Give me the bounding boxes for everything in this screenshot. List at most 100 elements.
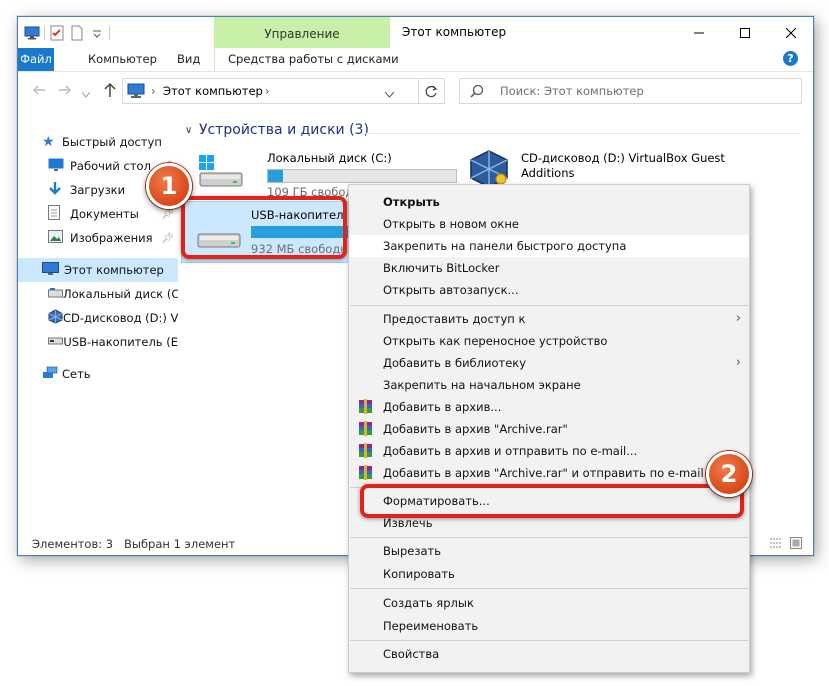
pictures-icon bbox=[48, 230, 70, 246]
close-icon bbox=[786, 27, 796, 38]
menu-item-label: Копировать bbox=[383, 567, 455, 581]
search-placeholder: Поиск: Этот компьютер bbox=[500, 84, 644, 98]
back-button[interactable] bbox=[32, 83, 46, 100]
computer-icon bbox=[127, 83, 145, 102]
menu-item-add-archive[interactable]: Добавить в архив... bbox=[349, 396, 749, 418]
menu-separator bbox=[350, 588, 748, 589]
properties-icon[interactable] bbox=[49, 25, 65, 41]
sidebar-item-pictures[interactable]: Изображения 📌︎ bbox=[48, 227, 178, 249]
menu-item-rename[interactable]: Переименовать bbox=[349, 615, 749, 637]
chevron-down-icon[interactable] bbox=[89, 25, 105, 41]
menu-item-add-to-library[interactable]: Добавить в библиотеку › bbox=[349, 352, 749, 374]
tab-manage[interactable]: Управление bbox=[214, 17, 390, 48]
new-folder-icon[interactable] bbox=[69, 25, 85, 41]
breadcrumb-item[interactable]: Этот компьютер bbox=[163, 84, 263, 98]
breadcrumb-separator: › bbox=[265, 84, 270, 98]
menu-item-label: Добавить в архив и отправить по e-mail..… bbox=[383, 444, 638, 458]
menu-item-cut[interactable]: Вырезать bbox=[349, 540, 749, 562]
help-icon[interactable]: ? bbox=[783, 51, 798, 66]
computer-icon bbox=[24, 25, 40, 41]
tab-computer[interactable]: Компьютер bbox=[78, 48, 167, 71]
menu-item-pin-start[interactable]: Закрепить на начальном экране bbox=[349, 374, 749, 396]
chevron-right-icon: › bbox=[735, 311, 741, 326]
arrow-right-icon bbox=[59, 85, 71, 95]
up-button[interactable] bbox=[103, 82, 117, 101]
sidebar-item-network[interactable]: Сеть bbox=[42, 363, 178, 385]
download-icon bbox=[48, 181, 70, 199]
sidebar-item-label: Этот компьютер bbox=[64, 263, 164, 277]
group-collapse-icon[interactable]: ∨ bbox=[185, 125, 192, 136]
menu-item-open-new-window[interactable]: Открыть в новом окне bbox=[349, 213, 749, 235]
menu-item-label: Открыть автозапуск... bbox=[383, 283, 519, 297]
menu-item-label: Добавить в архив "Archive.rar" bbox=[383, 422, 568, 436]
minimize-button[interactable] bbox=[676, 17, 722, 48]
group-divider bbox=[361, 133, 801, 134]
separator bbox=[44, 25, 45, 40]
sidebar-item-usb[interactable]: USB-накопитель (E bbox=[48, 331, 178, 353]
details-view-icon[interactable] bbox=[770, 538, 782, 552]
menu-item-open[interactable]: Открыть bbox=[349, 191, 749, 213]
menu-item-label: Открыть bbox=[383, 195, 440, 209]
address-row: › Этот компьютер › Поиск: Этот компьютер bbox=[18, 74, 813, 110]
address-bar[interactable]: › Этот компьютер › bbox=[122, 78, 419, 104]
group-title: Устройства и диски (3) bbox=[199, 122, 369, 138]
menu-item-label: Закрепить на начальном экране bbox=[383, 378, 581, 392]
winrar-icon bbox=[359, 421, 372, 436]
refresh-button[interactable] bbox=[419, 78, 445, 104]
menu-item-label: Добавить в библиотеку bbox=[383, 356, 527, 370]
menu-item-copy[interactable]: Копировать bbox=[349, 563, 749, 585]
menu-item-create-shortcut[interactable]: Создать ярлык bbox=[349, 592, 749, 614]
separator bbox=[109, 25, 110, 40]
menu-item-properties[interactable]: Свойства bbox=[349, 643, 749, 665]
highlight-format bbox=[360, 484, 744, 518]
sidebar-item-label: CD-дисковод (D:) V bbox=[63, 311, 178, 325]
tiles-view-icon[interactable] bbox=[790, 537, 802, 552]
menu-item-add-archive-rar[interactable]: Добавить в архив "Archive.rar" bbox=[349, 418, 749, 440]
menu-item-label: Создать ярлык bbox=[383, 596, 474, 610]
menu-item-bitlocker[interactable]: Включить BitLocker bbox=[349, 257, 749, 279]
sidebar-item-quick-access[interactable]: ★ Быстрый доступ bbox=[42, 131, 178, 153]
context-menu: Открыть Открыть в новом окне Закрепить н… bbox=[348, 184, 750, 673]
star-icon: ★ bbox=[42, 134, 55, 150]
maximize-button[interactable] bbox=[722, 17, 768, 48]
arrow-left-icon bbox=[33, 85, 45, 95]
address-dropdown-button[interactable] bbox=[384, 87, 395, 101]
menu-item-add-archive-email[interactable]: Добавить в архив и отправить по e-mail..… bbox=[349, 440, 749, 462]
drive-name: CD-дисковод (D:) VirtualBox Guest Additi… bbox=[521, 151, 725, 180]
search-icon bbox=[470, 84, 484, 101]
menu-item-label: Вырезать bbox=[383, 544, 441, 558]
tab-view[interactable]: Вид bbox=[167, 48, 210, 71]
breadcrumb-separator: › bbox=[151, 84, 156, 98]
sidebar-item-cd-drive[interactable]: CD-дисковод (D:) V bbox=[48, 307, 178, 329]
document-icon bbox=[48, 205, 70, 223]
sidebar-item-local-disk[interactable]: Локальный диск (C bbox=[48, 283, 178, 305]
window-title: Этот компьютер bbox=[402, 25, 507, 39]
status-selected: Выбран 1 элемент bbox=[124, 537, 236, 551]
network-icon bbox=[42, 366, 62, 383]
menu-item-add-archive-rar-email[interactable]: Добавить в архив "Archive.rar" и отправи… bbox=[349, 462, 749, 484]
menu-item-label: Включить BitLocker bbox=[383, 261, 500, 275]
drive-name: Локальный диск (C:) bbox=[267, 151, 392, 165]
recent-locations-button[interactable] bbox=[81, 87, 91, 101]
tab-file[interactable]: Файл bbox=[18, 48, 54, 71]
chevron-down-icon bbox=[81, 91, 91, 98]
menu-item-give-access[interactable]: Предоставить доступ к › bbox=[349, 308, 749, 330]
close-button[interactable] bbox=[768, 17, 813, 48]
menu-item-label: Открыть в новом окне bbox=[383, 217, 519, 231]
menu-item-label: Предоставить доступ к bbox=[383, 312, 526, 326]
virtualbox-icon bbox=[48, 309, 63, 327]
drive-icon bbox=[48, 287, 63, 301]
tab-manage-label: Управление bbox=[264, 27, 340, 41]
forward-button[interactable] bbox=[58, 83, 72, 100]
title-bar: Управление Этот компьютер bbox=[18, 17, 813, 48]
tab-drive-tools[interactable]: Средства работы с дисками bbox=[218, 48, 409, 71]
sidebar-item-label: Локальный диск (C bbox=[63, 287, 178, 301]
menu-item-autoplay[interactable]: Открыть автозапуск... bbox=[349, 279, 749, 301]
menu-item-pin-quick-access[interactable]: Закрепить на панели быстрого доступа bbox=[349, 235, 749, 257]
usage-bar bbox=[267, 169, 457, 183]
menu-item-label: Добавить в архив "Archive.rar" и отправи… bbox=[383, 466, 704, 480]
menu-separator bbox=[350, 537, 748, 538]
search-box[interactable]: Поиск: Этот компьютер bbox=[459, 78, 802, 104]
sidebar-item-this-pc[interactable]: Этот компьютер bbox=[18, 258, 178, 282]
menu-item-open-portable[interactable]: Открыть как переносное устройство bbox=[349, 330, 749, 352]
